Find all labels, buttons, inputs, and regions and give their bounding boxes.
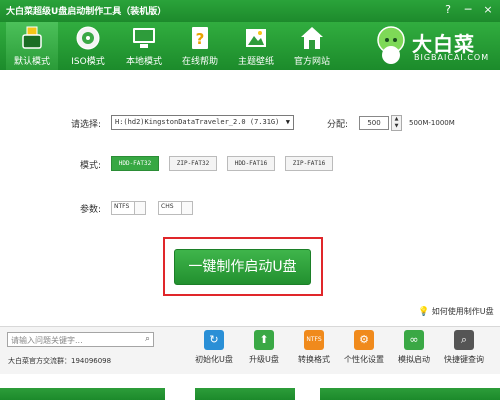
- mode-zip-fat16[interactable]: ZIP-FAT16: [285, 156, 333, 171]
- tab-label: 默认模式: [13, 57, 50, 67]
- init-usb-button[interactable]: ↻ 初始化U盘: [190, 330, 238, 374]
- convert-format-button[interactable]: NTFS 转换格式: [290, 330, 338, 374]
- background-window-strip: [0, 388, 165, 400]
- tab-theme-wallpaper[interactable]: 主题壁纸: [230, 22, 282, 70]
- device-select-label: 请选择:: [71, 120, 102, 130]
- mode-hdd-fat32[interactable]: HDD-FAT32: [111, 156, 159, 171]
- cabbage-mascot-icon: [377, 26, 405, 64]
- mode-zip-fat32[interactable]: ZIP-FAT32: [169, 156, 217, 171]
- help-window-button[interactable]: ?: [440, 2, 456, 17]
- tab-official-site[interactable]: 官方网站: [286, 22, 338, 70]
- window-title: 大白菜超级U盘启动制作工具（装机版）: [6, 7, 167, 17]
- tool-label: 初始化U盘: [195, 355, 233, 364]
- param-ntfs-toggle[interactable]: NTFS: [111, 201, 146, 215]
- stepper-up-icon[interactable]: ▲: [392, 116, 401, 123]
- help-document-icon: ?: [192, 27, 208, 49]
- simulate-boot-button[interactable]: ∞ 模拟启动: [390, 330, 438, 374]
- tab-online-help[interactable]: ? 在线帮助: [174, 22, 226, 70]
- tab-label: 官方网站: [293, 57, 330, 67]
- tool-label: 个性化设置: [344, 355, 384, 364]
- search-input[interactable]: 请输入问题关键字... ⌕: [7, 332, 154, 347]
- param-label: 参数:: [80, 205, 102, 215]
- tab-label: 主题壁纸: [237, 57, 274, 67]
- hotkey-lookup-button[interactable]: ⌕ 快捷键查询: [440, 330, 488, 374]
- main-panel: 请选择: H:(hd2)KingstonDataTraveler_2.0 (7.…: [0, 70, 500, 326]
- background-window-strip: [195, 388, 295, 400]
- search-icon[interactable]: ⌕: [145, 334, 150, 344]
- home-icon: [301, 27, 323, 49]
- minimize-button[interactable]: ─: [460, 2, 476, 17]
- checkbox-icon: [181, 202, 192, 214]
- gear-icon: ⚙: [354, 330, 374, 350]
- param-chs-toggle[interactable]: CHS: [158, 201, 193, 215]
- how-to-link[interactable]: 💡 如何使用制作U盘: [418, 306, 494, 317]
- ntfs-icon: NTFS: [304, 330, 324, 350]
- device-select[interactable]: H:(hd2)KingstonDataTraveler_2.0 (7.31G) …: [111, 115, 294, 130]
- mode-toolbar: 默认模式 ISO模式 本地模式 ? 在线帮助 主题壁纸 官方网站 大白菜 BIG…: [0, 22, 500, 70]
- device-select-value: H:(hd2)KingstonDataTraveler_2.0 (7.31G): [115, 118, 280, 126]
- disc-icon: [76, 26, 100, 50]
- logo-domain: BIGBAICAI.COM: [414, 53, 490, 62]
- lightbulb-icon: 💡: [418, 307, 430, 317]
- tool-label: 快捷键查询: [444, 355, 484, 364]
- monitor-icon: [133, 28, 155, 48]
- background-window-strip: [320, 388, 500, 400]
- personalize-button[interactable]: ⚙ 个性化设置: [340, 330, 388, 374]
- tab-label: 本地模式: [125, 57, 162, 67]
- search-icon: ⌕: [454, 330, 474, 350]
- tab-default-mode[interactable]: 默认模式: [6, 22, 58, 70]
- allocation-range: 500M-1000M: [409, 119, 455, 127]
- tab-label: ISO模式: [71, 57, 105, 67]
- refresh-icon: ↻: [204, 330, 224, 350]
- upgrade-arrow-icon: ⬆: [254, 330, 274, 350]
- tab-local-mode[interactable]: 本地模式: [118, 22, 170, 70]
- checkbox-icon: [134, 202, 145, 214]
- close-button[interactable]: ×: [480, 2, 496, 17]
- tool-label: 升级U盘: [249, 355, 279, 364]
- link-icon: ∞: [404, 330, 424, 350]
- allocation-stepper[interactable]: ▲ ▼: [391, 115, 402, 131]
- stepper-down-icon[interactable]: ▼: [392, 123, 401, 130]
- tab-iso-mode[interactable]: ISO模式: [62, 22, 114, 70]
- upgrade-usb-button[interactable]: ⬆ 升级U盘: [240, 330, 288, 374]
- title-bar: 大白菜超级U盘启动制作工具（装机版） ? ─ ×: [0, 0, 500, 22]
- tool-label: 转换格式: [298, 355, 330, 364]
- create-boot-usb-button[interactable]: 一键制作启动U盘: [174, 249, 311, 285]
- dropdown-arrow-icon: ▼: [285, 118, 290, 126]
- param-chs-label: CHS: [161, 203, 174, 210]
- qq-group-text: 大白菜官方交流群：194096098: [8, 357, 112, 365]
- tool-label: 模拟启动: [398, 355, 430, 364]
- search-placeholder: 请输入问题关键字...: [11, 336, 83, 345]
- allocation-label: 分配:: [327, 120, 349, 130]
- mode-hdd-fat16[interactable]: HDD-FAT16: [227, 156, 275, 171]
- tab-label: 在线帮助: [181, 57, 218, 67]
- svg-text:?: ?: [196, 30, 205, 48]
- param-ntfs-label: NTFS: [114, 203, 130, 210]
- wallpaper-icon: [246, 29, 266, 47]
- allocation-input[interactable]: 500: [359, 116, 389, 130]
- footer-bar: 请输入问题关键字... ⌕ 大白菜官方交流群：194096098 ↻ 初始化U盘…: [0, 326, 500, 374]
- usb-drive-icon: [22, 26, 42, 49]
- brand-logo: 大白菜 BIGBAICAI.COM: [372, 26, 496, 66]
- how-to-link-text: 如何使用制作U盘: [431, 307, 494, 316]
- mode-label: 模式:: [80, 161, 102, 171]
